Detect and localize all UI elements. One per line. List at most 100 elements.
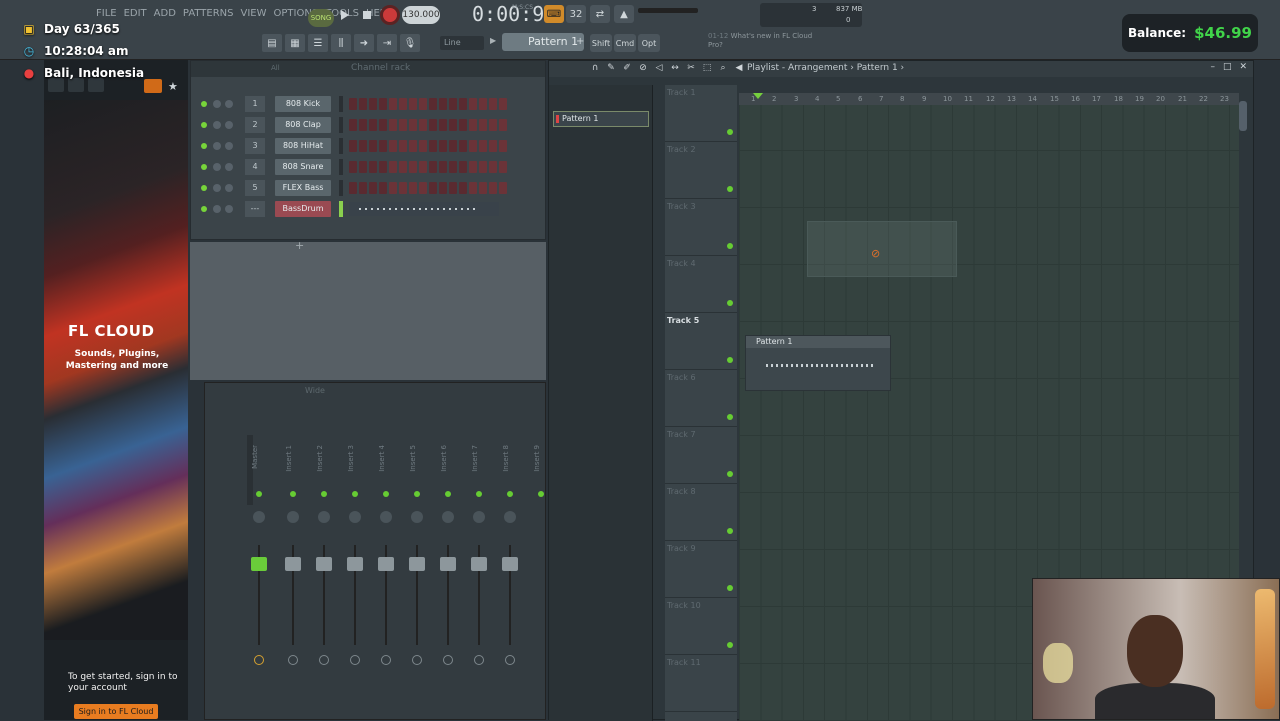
channel-mixer-track[interactable]: --- [245,201,265,217]
channel-name-button[interactable]: FLEX Bass [275,180,331,196]
mixer-enable-led[interactable] [507,491,513,497]
mixer-pan-knob[interactable] [473,511,485,523]
track-mute-led[interactable] [727,528,733,534]
mixer-pan-knob[interactable] [253,511,265,523]
channel-mute-led[interactable] [201,143,207,149]
mixer-strip-insert[interactable]: Insert 1 [279,405,307,715]
step-sequencer[interactable] [349,161,507,173]
mixer-record-arm[interactable] [319,655,329,665]
mixer-strip-insert[interactable]: Insert 5 [403,405,431,715]
song-pattern-toggle[interactable]: SONG [308,9,334,27]
channel-mixer-track[interactable]: 1 [245,96,265,112]
piano-roll-view-icon[interactable]: ▦ [285,34,305,52]
channel-select-meter[interactable] [339,117,343,133]
mixer-volume-fader[interactable] [502,557,518,571]
mixer-volume-fader[interactable] [347,557,363,571]
track-header[interactable]: Track 7 [665,427,737,484]
track-mute-led[interactable] [727,129,733,135]
pattern-selector[interactable]: Pattern 1 [502,33,584,51]
channel-pan-knob[interactable] [213,121,221,129]
shift-key-button[interactable]: Shift [590,34,612,52]
opt-key-button[interactable]: Opt [638,34,660,52]
mixer-record-arm[interactable] [288,655,298,665]
track-mute-led[interactable] [727,243,733,249]
channel-mixer-track[interactable]: 3 [245,138,265,154]
channel-volume-knob[interactable] [225,163,233,171]
pencil-icon[interactable]: ✎ [605,62,617,74]
record-button[interactable] [380,5,400,25]
menu-add[interactable]: ADD [154,8,176,19]
channel-name-button[interactable]: 808 Kick [275,96,331,112]
channel-name-button[interactable]: 808 Clap [275,117,331,133]
channel-mute-led[interactable] [201,206,207,212]
channel-name-button[interactable]: BassDrum [275,201,331,217]
channel-mixer-track[interactable]: 4 [245,159,265,175]
cmd-key-button[interactable]: Cmd [614,34,636,52]
channel-volume-knob[interactable] [225,142,233,150]
mixer-record-arm[interactable] [505,655,515,665]
mixer-enable-led[interactable] [445,491,451,497]
mixer-strip-insert[interactable]: Insert 7 [465,405,493,715]
channel-filter[interactable]: All [271,64,280,72]
playlist-titlebar[interactable]: ∩ ✎ ✐ ⊘ ◁ ↔ ✂ ⬚ ⌕ ◀ Playlist - Arrangeme… [549,61,1253,77]
track-mute-led[interactable] [727,357,733,363]
channel-pan-knob[interactable] [213,142,221,150]
channel-mute-led[interactable] [201,185,207,191]
menu-view[interactable]: VIEW [241,8,267,19]
channel-volume-knob[interactable] [225,205,233,213]
mixer-volume-fader[interactable] [316,557,332,571]
mixer-enable-led[interactable] [476,491,482,497]
slice-icon[interactable]: ✂ [685,62,697,74]
channel-mixer-track[interactable]: 2 [245,117,265,133]
track-header[interactable]: Track 8 [665,484,737,541]
track-header[interactable]: Track 4 [665,256,737,313]
signin-button[interactable]: Sign in to FL Cloud [74,704,158,719]
track-mute-led[interactable] [727,300,733,306]
track-header[interactable]: Track 5 [665,313,737,370]
news-panel[interactable]: 01-12 What's new in FL Cloud Pro? [708,32,818,50]
mixer-record-arm[interactable] [381,655,391,665]
mixer-enable-led[interactable] [538,491,544,497]
channel-pan-knob[interactable] [213,163,221,171]
plugin-picker-icon[interactable]: ➜ [354,34,374,52]
channel-select-meter[interactable] [339,159,343,175]
channel-pan-knob[interactable] [213,100,221,108]
maximize-icon[interactable]: □ [1223,62,1232,72]
channel-select-meter[interactable] [339,96,343,112]
mixer-volume-fader[interactable] [285,557,301,571]
mixer-record-arm[interactable] [443,655,453,665]
channel-volume-knob[interactable] [225,121,233,129]
track-mute-led[interactable] [727,414,733,420]
slip-icon[interactable]: ↔ [669,62,681,74]
paint-icon[interactable]: ✐ [621,62,633,74]
channel-mixer-track[interactable]: 5 [245,180,265,196]
track-header[interactable]: Track 2 [665,142,737,199]
browser-view-icon[interactable]: ⇥ [377,34,397,52]
zoom-icon[interactable]: ⌕ [717,62,729,74]
mixer-view-icon[interactable]: ⫼ [331,34,351,52]
mute-icon[interactable]: ◁ [653,62,665,74]
track-header[interactable]: Track 9 [665,541,737,598]
track-mute-led[interactable] [727,186,733,192]
picker-pattern-item[interactable]: Pattern 1 [553,111,649,127]
playback-icon[interactable]: ◀ [733,62,745,74]
channel-pan-knob[interactable] [213,184,221,192]
mixer-strip-insert[interactable]: Insert 6 [434,405,462,715]
channel-volume-knob[interactable] [225,100,233,108]
microphone-icon[interactable]: 🎙 [400,34,420,52]
step-sequencer[interactable] [349,119,507,131]
magnet-icon[interactable]: ∩ [589,62,601,74]
mixer-pan-knob[interactable] [504,511,516,523]
metronome-icon[interactable]: ▲ [614,5,634,23]
mixer-strip-insert[interactable]: Insert 3 [341,405,369,715]
stop-button[interactable] [358,6,376,24]
star-icon[interactable]: ★ [168,80,178,93]
channel-rack-view-icon[interactable]: ☰ [308,34,328,52]
mixer-strip-insert[interactable]: Insert 8 [496,405,524,715]
mixer-enable-led[interactable] [290,491,296,497]
step-sequencer[interactable] [349,140,507,152]
mixer-pan-knob[interactable] [380,511,392,523]
menu-patterns[interactable]: PATTERNS [183,8,234,19]
playhead-marker[interactable] [753,93,763,99]
mixer-volume-fader[interactable] [378,557,394,571]
